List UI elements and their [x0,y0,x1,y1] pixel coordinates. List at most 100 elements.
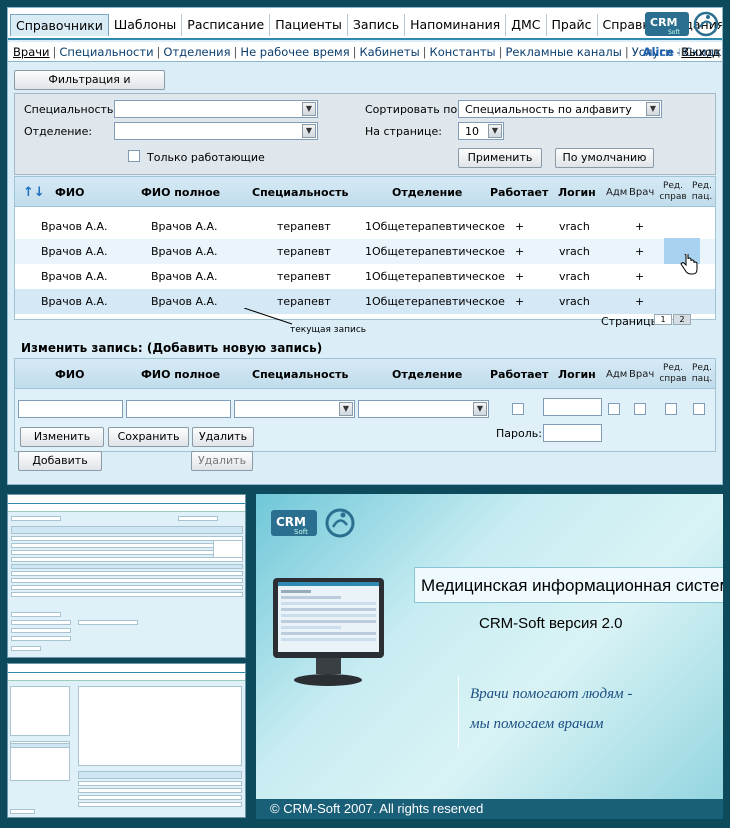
edit-col-fio-full: ФИО полное [141,368,221,381]
adm-checkbox[interactable] [608,403,620,415]
edit-record-title: Изменить запись: (Добавить новую запись) [21,341,323,355]
menu-appointment[interactable]: Запись [348,14,406,36]
change-button[interactable]: Изменить [20,427,104,447]
col-fio[interactable]: ФИО [55,186,84,199]
cell-specialty: терапевт [277,245,331,258]
col-edit-pat[interactable]: Ред. пац. [688,181,716,203]
page-1[interactable]: 1 [654,314,672,325]
submenu-departments[interactable]: Отделения [163,45,230,59]
doctors-table: ↑↓ ФИО ФИО полное Специальность Отделени… [14,176,716,320]
menu-reminders[interactable]: Напоминания [405,14,507,36]
department-label: Отделение: [24,125,93,138]
default-button[interactable]: По умолчанию [555,148,654,168]
cell-department: 1Общетерапевтическое [365,295,505,308]
per-page-label: На странице: [365,125,442,138]
add-button[interactable]: Добавить [18,451,102,471]
cell-fio-full: Врачов А.А. [151,270,218,283]
password-input[interactable] [543,424,602,442]
save-button[interactable]: Сохранить [108,427,189,447]
pages-label: Страницы [601,315,660,328]
hand-cursor-icon [680,254,698,275]
cell-login: vrach [559,295,590,308]
table-row[interactable]: Врачов А.А. Врачов А.А. терапевт 1Общете… [15,214,715,239]
col-edit-ref[interactable]: Ред. справ [658,181,688,203]
submenu-constants[interactable]: Константы [430,45,496,59]
submenu-specialties[interactable]: Специальности [59,45,153,59]
promo-slogan-line-2: мы помогаем врачам [470,716,604,732]
working-checkbox[interactable] [512,403,524,415]
cell-login: vrach [559,220,590,233]
per-page-select[interactable]: 10 ▼ [458,122,504,140]
exit-link[interactable]: Выход [681,45,720,59]
department-select[interactable]: ▼ [114,122,318,140]
cell-doctor: + [635,270,645,283]
thumb-body [8,512,245,657]
submenu-ad-channels[interactable]: Рекламные каналы [506,45,622,59]
col-doctor[interactable]: Врач [629,187,654,198]
col-fio-full[interactable]: ФИО полное [141,186,220,199]
only-working-checkbox[interactable] [128,150,140,162]
edit-panel: ФИО ФИО полное Специальность Отделение Р… [14,358,716,452]
table-row[interactable]: Врачов А.А. Врачов А.А. терапевт 1Общете… [15,239,715,264]
edit-col-adm: Адм [606,369,628,380]
chevron-down-icon: ▼ [302,124,316,138]
apply-button[interactable]: Применить [458,148,542,168]
table-row-current[interactable]: Врачов А.А. Врачов А.А. терапевт 1Общете… [15,289,715,314]
fio-full-input[interactable] [126,400,231,418]
cell-working: + [515,295,525,308]
col-adm[interactable]: Адм [606,187,627,198]
menu-references[interactable]: Справочники [10,14,109,36]
page-2[interactable]: 2 [673,314,691,325]
edit-ref-checkbox[interactable] [665,403,677,415]
login-input[interactable] [543,398,602,416]
col-working[interactable]: Работает [490,186,548,199]
menu-schedule[interactable]: Расписание [182,14,271,36]
svg-text:Soft: Soft [294,528,308,536]
col-login[interactable]: Логин [558,186,596,199]
menu-templates[interactable]: Шаблоны [109,14,183,36]
current-record-pointer [244,308,293,325]
col-department[interactable]: Отделение [392,186,462,199]
cell-specialty: терапевт [277,220,331,233]
table-row[interactable]: Врачов А.А. Врачов А.А. терапевт 1Общете… [15,264,715,289]
promo-version: CRM-Soft версия 2.0 [479,615,623,632]
cell-specialty: терапевт [277,295,331,308]
cell-working: + [515,220,525,233]
sort-arrows-icon[interactable]: ↑↓ [23,185,45,200]
submenu-non-working-time[interactable]: Не рабочее время [240,45,349,59]
filter-sort-button[interactable]: Фильтрация и сортировка [14,70,165,104]
delete-disabled-button[interactable]: Удалить [191,451,253,471]
password-label: Пароль: [496,427,542,440]
thumb-menu-bar [8,664,245,673]
menu-price[interactable]: Прайс [547,14,598,36]
cell-fio-full: Врачов А.А. [151,295,218,308]
col-specialty[interactable]: Специальность [252,186,348,199]
cell-fio: Врачов А.А. [41,270,108,283]
thumb-menu-bar [8,495,245,504]
chevron-down-icon: ▼ [302,102,316,116]
specialty-edit-select[interactable]: ▼ [234,400,355,418]
specialty-select[interactable]: ▼ [114,100,318,118]
promo-title-box: Медицинская информационная система [414,567,723,603]
chevron-down-icon: ▼ [646,102,660,116]
menu-patients[interactable]: Пациенты [270,14,348,36]
doctor-checkbox[interactable] [634,403,646,415]
cell-login: vrach [559,245,590,258]
submenu-doctors[interactable]: Врачи [13,45,50,59]
edit-col-fio: ФИО [55,368,85,381]
sort-select[interactable]: Специальность по алфавиту ▼ [458,100,662,118]
cell-fio: Врачов А.А. [41,245,108,258]
menu-dms[interactable]: ДМС [506,14,547,36]
specialty-label: Специальность: [24,103,118,116]
fio-input[interactable] [18,400,123,418]
edit-pat-checkbox[interactable] [693,403,705,415]
sub-menu: Врачи | Специальности | Отделения | Не рабо… [8,42,722,62]
submenu-rooms[interactable]: Кабинеты [360,45,420,59]
cell-department: 1Общетерапевтическое [365,270,505,283]
svg-text:Soft: Soft [668,29,680,36]
current-record-note: текущая запись [290,325,367,335]
monitor-icon [273,578,384,686]
department-edit-select[interactable]: ▼ [358,400,489,418]
cell-working: + [515,245,525,258]
delete-button[interactable]: Удалить [192,427,254,447]
